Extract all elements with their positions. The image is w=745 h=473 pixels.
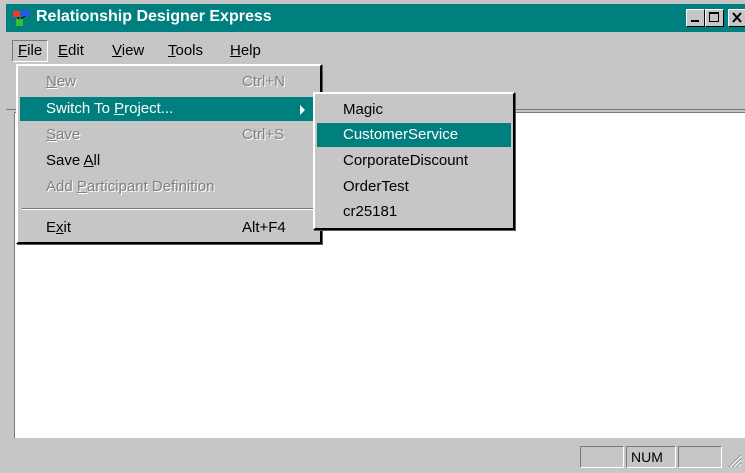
project-item-ordertest[interactable]: OrderTest <box>317 175 511 199</box>
menu-bar: File Edit View Tools Help <box>6 38 745 64</box>
project-item-label: CorporateDiscount <box>343 152 469 169</box>
close-button[interactable] <box>728 9 745 27</box>
menu-item-exit-rest: it <box>63 219 72 236</box>
menu-help-key: H <box>230 42 241 59</box>
menu-item-new-shortcut: Ctrl+N <box>242 73 285 90</box>
project-item-label: OrderTest <box>343 178 409 195</box>
menu-tools-key: T <box>168 42 176 59</box>
menu-edit[interactable]: Edit <box>52 40 90 62</box>
resize-grip-icon[interactable] <box>726 452 742 468</box>
project-item-label: CustomerService <box>343 126 459 143</box>
menu-item-add-key: P <box>76 178 87 195</box>
project-item-cr25181[interactable]: cr25181 <box>317 200 511 224</box>
menu-item-switch-pre: Switch To <box>46 100 115 117</box>
menu-item-add-pre: Add <box>46 178 77 195</box>
project-item-magic[interactable]: Magic <box>317 98 511 122</box>
submenu-arrow-icon <box>300 105 305 115</box>
menu-view[interactable]: View <box>106 40 150 62</box>
file-menu-dropdown: New Ctrl+N Switch To Project... Save Ctr… <box>16 64 322 244</box>
menu-item-exit[interactable]: Exit Alt+F4 <box>20 216 318 240</box>
app-window: Relationship Designer Express File Edit … <box>0 0 745 473</box>
menu-item-save-all[interactable]: Save All <box>20 149 318 173</box>
maximize-button[interactable] <box>705 9 724 27</box>
menu-separator <box>22 208 316 210</box>
menu-item-save-all-rest: ll <box>93 152 101 169</box>
status-scroll-panel <box>678 446 722 468</box>
menu-item-save-shortcut: Ctrl+S <box>242 126 285 143</box>
window-title: Relationship Designer Express <box>36 8 272 25</box>
menu-item-save-all-key: A <box>83 152 94 169</box>
menu-help-rest: elp <box>240 42 261 59</box>
menu-item-add-participant-definition[interactable]: Add Participant Definition <box>20 175 318 199</box>
menu-tools-rest: ools <box>175 42 204 59</box>
title-bar[interactable]: Relationship Designer Express <box>6 4 745 32</box>
status-caps-panel <box>580 446 624 468</box>
menu-item-save-rest: ave <box>56 126 81 143</box>
menu-item-switch-key: P <box>114 100 125 117</box>
status-num-panel: NUM <box>626 446 676 468</box>
menu-edit-key: E <box>58 42 69 59</box>
menu-tools[interactable]: Tools <box>162 40 209 62</box>
project-item-customerservice[interactable]: CustomerService <box>317 123 511 147</box>
menu-item-exit-key: x <box>56 219 64 236</box>
menu-item-exit-pre: E <box>46 219 57 236</box>
app-icon <box>13 10 29 26</box>
menu-view-key: V <box>112 42 122 59</box>
close-icon <box>732 12 742 23</box>
menu-item-exit-shortcut: Alt+F4 <box>242 219 286 236</box>
maximize-icon <box>709 12 719 22</box>
project-item-corporatediscount[interactable]: CorporateDiscount <box>317 149 511 173</box>
project-submenu: Magic CustomerService CorporateDiscount … <box>313 92 515 230</box>
menu-file[interactable]: File <box>12 40 49 62</box>
menu-item-add-rest: articipant Definition <box>86 178 215 195</box>
menu-file-key: F <box>18 42 28 59</box>
minimize-button[interactable] <box>686 9 705 27</box>
project-item-label: Magic <box>343 101 384 118</box>
menu-item-new[interactable]: New Ctrl+N <box>20 70 318 94</box>
menu-item-switch-rest: roject... <box>124 100 174 117</box>
menu-item-new-key: N <box>46 73 57 90</box>
menu-item-save-key: S <box>46 126 57 143</box>
menu-item-save-all-pre: Save <box>46 152 84 169</box>
menu-item-new-rest: ew <box>56 73 77 90</box>
menu-item-switch-to-project[interactable]: Switch To Project... <box>20 97 318 121</box>
menu-help[interactable]: Help <box>224 40 267 62</box>
menu-file-rest: ile <box>27 42 43 59</box>
project-item-label: cr25181 <box>343 203 398 220</box>
menu-view-rest: iew <box>121 42 145 59</box>
status-bar: NUM <box>6 442 745 473</box>
menu-item-save[interactable]: Save Ctrl+S <box>20 123 318 147</box>
menu-edit-rest: dit <box>68 42 84 59</box>
minimize-icon <box>691 20 699 22</box>
